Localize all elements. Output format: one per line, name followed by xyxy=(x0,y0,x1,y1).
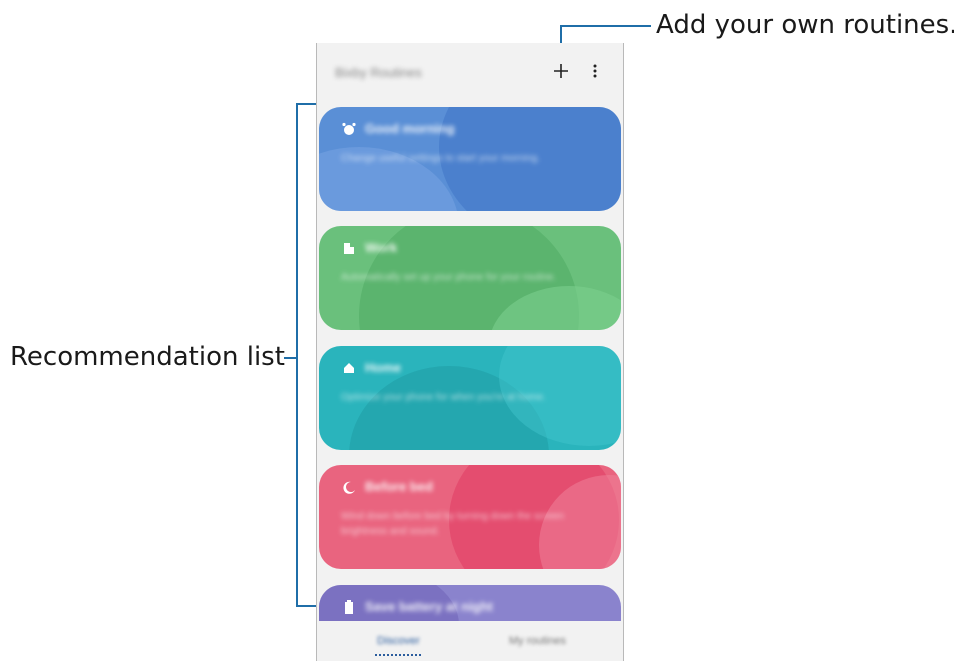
card-description: Optimize your phone for when you're at h… xyxy=(341,392,546,403)
card-description: Change useful settings to start your mor… xyxy=(341,153,540,164)
callout-line-top-horizontal xyxy=(561,25,651,27)
plus-icon xyxy=(554,64,568,78)
more-vert-icon xyxy=(593,64,597,78)
routine-card-before-bed[interactable]: Before bed Wind down before bed by turni… xyxy=(319,465,621,569)
add-routine-button[interactable] xyxy=(549,57,573,85)
bottom-navigation: Discover My routines xyxy=(317,621,623,661)
routine-card-work[interactable]: Work Automatically set up your phone for… xyxy=(319,226,621,330)
tab-discover-indicator xyxy=(375,654,421,656)
routine-card-good-morning[interactable]: Good morning Change useful settings to s… xyxy=(319,107,621,211)
tab-my-routines[interactable]: My routines xyxy=(509,635,566,647)
callout-recommendation-list: Recommendation list xyxy=(10,342,285,372)
tab-discover[interactable]: Discover xyxy=(377,635,420,647)
card-description: Wind down before bed by turning down the… xyxy=(341,511,564,537)
card-title: Work xyxy=(365,240,398,255)
moon-icon xyxy=(341,479,357,495)
bracket-callout-tick xyxy=(284,357,296,359)
bracket-vertical xyxy=(296,103,298,607)
callout-add-routines: Add your own routines. xyxy=(656,10,954,40)
alarm-icon xyxy=(341,121,357,137)
phone-screen: Bixby Routines Good morning Change usefu… xyxy=(316,43,624,661)
card-description: Automatically set up your phone for your… xyxy=(341,272,557,283)
building-icon xyxy=(341,240,357,256)
card-title: Home xyxy=(365,360,402,375)
battery-icon xyxy=(341,599,357,615)
routine-card-home[interactable]: Home Optimize your phone for when you're… xyxy=(319,346,621,450)
card-title: Before bed xyxy=(365,479,433,494)
card-title: Save battery at night xyxy=(365,599,493,614)
more-options-button[interactable] xyxy=(583,57,607,85)
app-title: Bixby Routines xyxy=(335,65,422,80)
home-icon xyxy=(341,360,357,376)
card-title: Good morning xyxy=(365,121,455,136)
